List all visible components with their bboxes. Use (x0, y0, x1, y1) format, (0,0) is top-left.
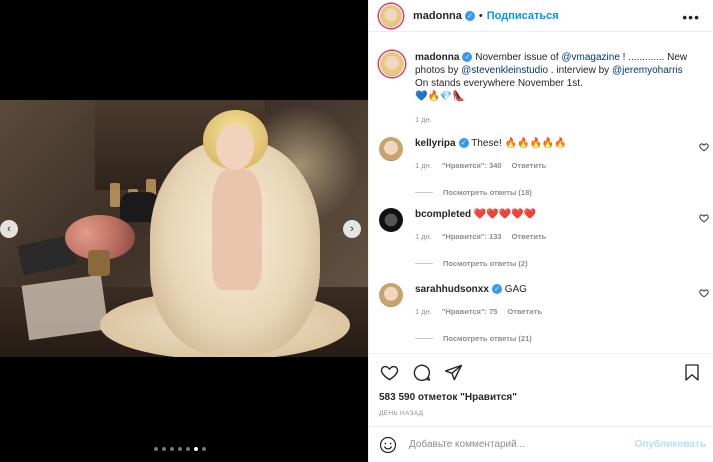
mention-link[interactable]: @vmagazine (561, 52, 620, 63)
verified-icon: ✓ (464, 10, 475, 21)
caption-text: madonna ✓ November issue of @vmagazine ! … (415, 51, 705, 126)
verified-icon: ✓ (462, 52, 473, 63)
caption-avatar[interactable] (379, 51, 405, 77)
comment-like-icon[interactable] (699, 142, 709, 155)
comment-form: Опубликовать (369, 426, 713, 462)
comment-likes[interactable]: "Нравится": 75 (442, 305, 498, 318)
comment-meta: 1 дн. "Нравится": 75 Ответить (415, 305, 542, 318)
replies-line (415, 263, 433, 264)
carousel-dot (170, 447, 174, 451)
comment-meta: 1 дн. "Нравится": 340 Ответить (415, 159, 567, 172)
carousel-next-button[interactable]: › (343, 220, 361, 238)
likes-count[interactable]: 583 590 отметок "Нравится" (379, 392, 517, 403)
comment-time[interactable]: 1 дн. (415, 230, 432, 243)
comment-time[interactable]: 1 дн. (415, 159, 432, 172)
chevron-left-icon: ‹ (7, 223, 11, 235)
carousel-dot (154, 447, 158, 451)
view-replies-button[interactable]: Посмотреть ответы (18) (415, 188, 709, 197)
caption-emojis: 💙🔥💎👠 (415, 91, 465, 102)
carousel-dot (178, 447, 182, 451)
post-panel: madonna ✓ • Подписаться ••• madonna ✓ Nov… (368, 0, 713, 462)
author-username[interactable]: madonna (413, 10, 462, 22)
view-replies-button[interactable]: Посмотреть ответы (21) (415, 334, 709, 343)
post-date: ДЕНЬ НАЗАД (379, 410, 424, 417)
comment-text: These! 🔥🔥🔥🔥🔥 (471, 138, 567, 149)
caption-time[interactable]: 1 дн. (415, 113, 705, 126)
comment-body: sarahhudsonxx ✓ GAG 1 дн. "Нравится": 75 … (415, 283, 542, 318)
carousel-dots (154, 447, 206, 451)
mention-link[interactable]: @jeremyoharris (612, 65, 683, 76)
view-replies-label: Посмотреть ответы (21) (443, 334, 532, 343)
carousel-dot (186, 447, 190, 451)
comment-time[interactable]: 1 дн. (415, 305, 432, 318)
photo-face (216, 124, 254, 170)
comment-text: GAG (504, 284, 527, 295)
comment-icon[interactable] (411, 362, 431, 382)
caption: madonna ✓ November issue of @vmagazine ! … (379, 51, 709, 126)
carousel-dot (194, 447, 198, 451)
commenter-avatar[interactable] (379, 208, 403, 232)
heart-icon[interactable] (379, 362, 399, 382)
caption-username[interactable]: madonna (415, 52, 459, 63)
commenter-username[interactable]: sarahhudsonxx (415, 284, 489, 295)
chevron-right-icon: › (350, 223, 354, 235)
carousel-dot (202, 447, 206, 451)
separator-dot: • (478, 9, 483, 22)
mention-link[interactable]: @stevenkleinstudio (461, 65, 548, 76)
view-replies-button[interactable]: Посмотреть ответы (2) (415, 259, 709, 268)
comment-meta: 1 дн. "Нравится": 133 Ответить (415, 230, 546, 243)
verified-icon: ✓ (458, 138, 469, 149)
comment-input[interactable] (409, 439, 639, 450)
view-replies-label: Посмотреть ответы (18) (443, 188, 532, 197)
commenter-avatar[interactable] (379, 283, 403, 307)
verified-icon: ✓ (491, 284, 502, 295)
comments-scroll[interactable]: madonna ✓ November issue of @vmagazine ! … (369, 33, 713, 353)
commenter-avatar[interactable] (379, 137, 403, 161)
comment-like-icon[interactable] (699, 288, 709, 301)
caption-text-3: . interview by (548, 65, 612, 76)
comment: kellyripa ✓ These! 🔥🔥🔥🔥🔥 1 дн. "Нравится"… (379, 137, 709, 197)
comment: sarahhudsonxx ✓ GAG 1 дн. "Нравится": 75 … (379, 283, 709, 343)
action-icons (379, 362, 463, 382)
photo-figure (212, 170, 262, 290)
reply-button[interactable]: Ответить (507, 305, 542, 318)
comment-like-icon[interactable] (699, 213, 709, 226)
comment-text: ❤️❤️❤️❤️❤️ (473, 209, 537, 220)
publish-button[interactable]: Опубликовать (635, 439, 706, 450)
commenter-username[interactable]: bcompleted (415, 209, 471, 220)
more-icon[interactable]: ••• (682, 9, 700, 25)
photo-bottle (110, 183, 120, 207)
caption-line-2: On stands everywhere November 1st. (415, 78, 583, 89)
photo-vase (88, 250, 110, 276)
comment-likes[interactable]: "Нравится": 133 (442, 230, 502, 243)
post-photo[interactable] (0, 100, 368, 357)
comment-likes[interactable]: "Нравится": 340 (442, 159, 502, 172)
photo-papers (21, 274, 109, 341)
comment: bcompleted ❤️❤️❤️❤️❤️ 1 дн. "Нравится": … (379, 208, 709, 268)
emoji-icon[interactable] (379, 436, 397, 454)
caption-text-1: November issue of (475, 52, 562, 63)
replies-line (415, 338, 433, 339)
replies-line (415, 192, 433, 193)
carousel-dot (162, 447, 166, 451)
view-replies-label: Посмотреть ответы (2) (443, 259, 528, 268)
carousel-prev-button[interactable]: ‹ (0, 220, 18, 238)
bookmark-icon[interactable] (682, 362, 702, 382)
comment-body: bcompleted ❤️❤️❤️❤️❤️ 1 дн. "Нравится": … (415, 208, 546, 243)
reply-button[interactable]: Ответить (512, 230, 547, 243)
follow-button[interactable]: Подписаться (487, 10, 559, 22)
share-icon[interactable] (443, 362, 463, 382)
reply-button[interactable]: Ответить (512, 159, 547, 172)
commenter-username[interactable]: kellyripa (415, 138, 456, 149)
action-bar: 583 590 отметок "Нравится" ДЕНЬ НАЗАД (369, 353, 713, 426)
media-panel: ‹ › (0, 0, 368, 462)
comment-body: kellyripa ✓ These! 🔥🔥🔥🔥🔥 1 дн. "Нравится"… (415, 137, 567, 172)
post-header: madonna ✓ • Подписаться ••• (369, 0, 713, 32)
author-avatar[interactable] (379, 3, 403, 28)
